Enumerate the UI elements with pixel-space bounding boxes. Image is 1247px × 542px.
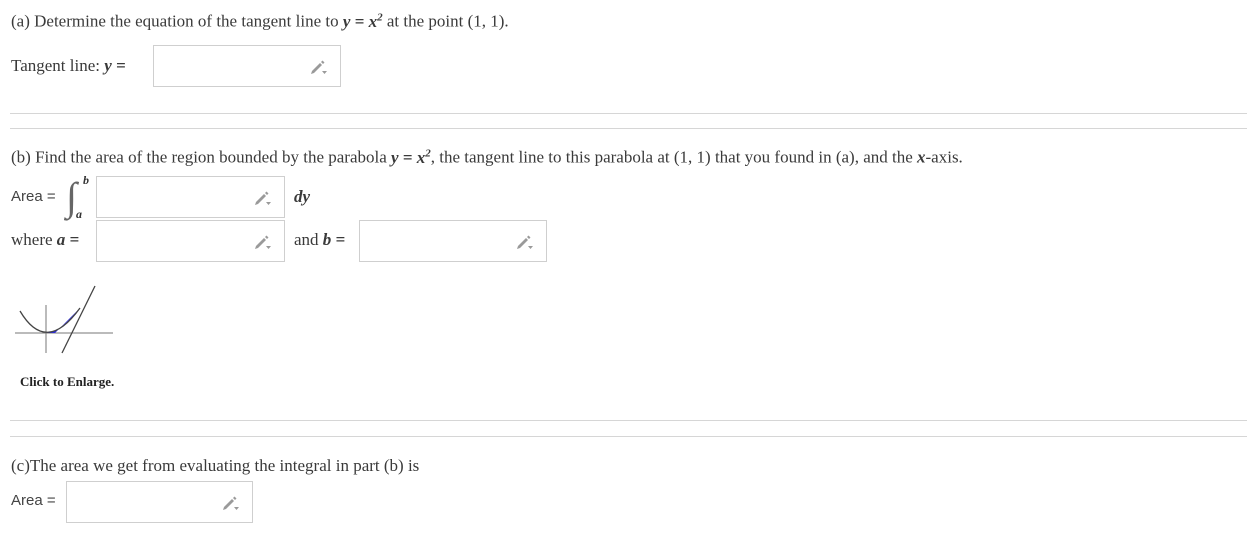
pencil-dropdown-icon[interactable] bbox=[254, 234, 272, 250]
shaded-region bbox=[46, 308, 80, 333]
integrand-input[interactable] bbox=[96, 176, 285, 218]
tangent-line-input[interactable] bbox=[153, 45, 341, 87]
pencil-dropdown-icon[interactable] bbox=[254, 190, 272, 206]
part-a-question-prefix: (a) Determine the equation of the tangen… bbox=[11, 11, 339, 31]
and-b-label: and b = bbox=[294, 230, 346, 249]
b-input[interactable] bbox=[359, 220, 547, 262]
part-a-equation: y = x2 bbox=[342, 11, 383, 31]
lower-limit: a bbox=[76, 207, 82, 221]
integral-sign: ∫ b a bbox=[66, 173, 89, 221]
divider bbox=[10, 128, 1247, 129]
click-to-enlarge-link[interactable]: Click to Enlarge. bbox=[20, 374, 114, 390]
part-c-question: (c)The area we get from evaluating the i… bbox=[11, 456, 420, 475]
part-c-area-label: Area = bbox=[11, 492, 56, 509]
tangent-line-label: Tangent line: y = bbox=[11, 56, 126, 75]
part-c-area-input[interactable] bbox=[66, 481, 253, 523]
tangent-line bbox=[61, 285, 96, 354]
pencil-dropdown-icon[interactable] bbox=[310, 59, 328, 75]
area-label: Area = bbox=[11, 188, 56, 205]
pencil-dropdown-icon[interactable] bbox=[222, 495, 240, 511]
pencil-dropdown-icon[interactable] bbox=[516, 234, 534, 250]
divider bbox=[10, 113, 1247, 114]
part-a-question-suffix: at the point (1, 1). bbox=[386, 11, 509, 31]
a-input[interactable] bbox=[96, 220, 285, 262]
graph-thumbnail[interactable] bbox=[15, 280, 115, 356]
upper-limit: b bbox=[83, 173, 89, 187]
part-b-question: (b) Find the area of the region bounded … bbox=[11, 147, 963, 167]
differential: dy bbox=[294, 187, 311, 206]
where-a-label: where a = bbox=[11, 230, 80, 249]
divider bbox=[10, 436, 1247, 437]
parabola-curve bbox=[19, 307, 81, 333]
divider bbox=[10, 420, 1247, 421]
part-a-question: (a) Determine the equation of the tangen… bbox=[11, 11, 509, 32]
part-b-equation: y = x2 bbox=[391, 147, 431, 167]
